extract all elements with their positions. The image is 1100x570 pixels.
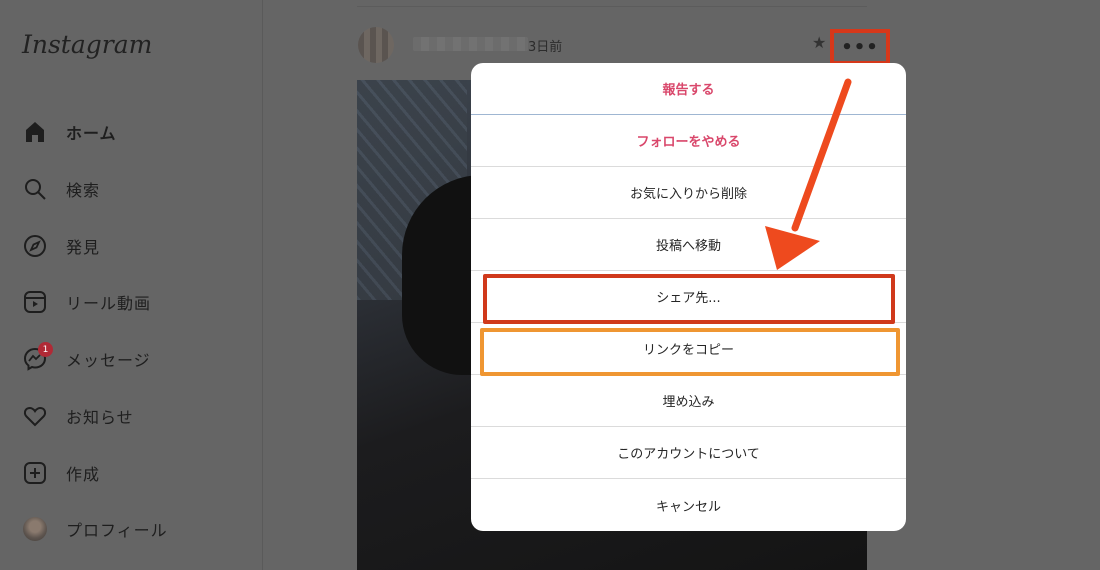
annotation-arrow-head [765, 226, 820, 270]
annotation-arrow-shaft [791, 78, 852, 232]
annotation-arrow [765, 78, 852, 270]
